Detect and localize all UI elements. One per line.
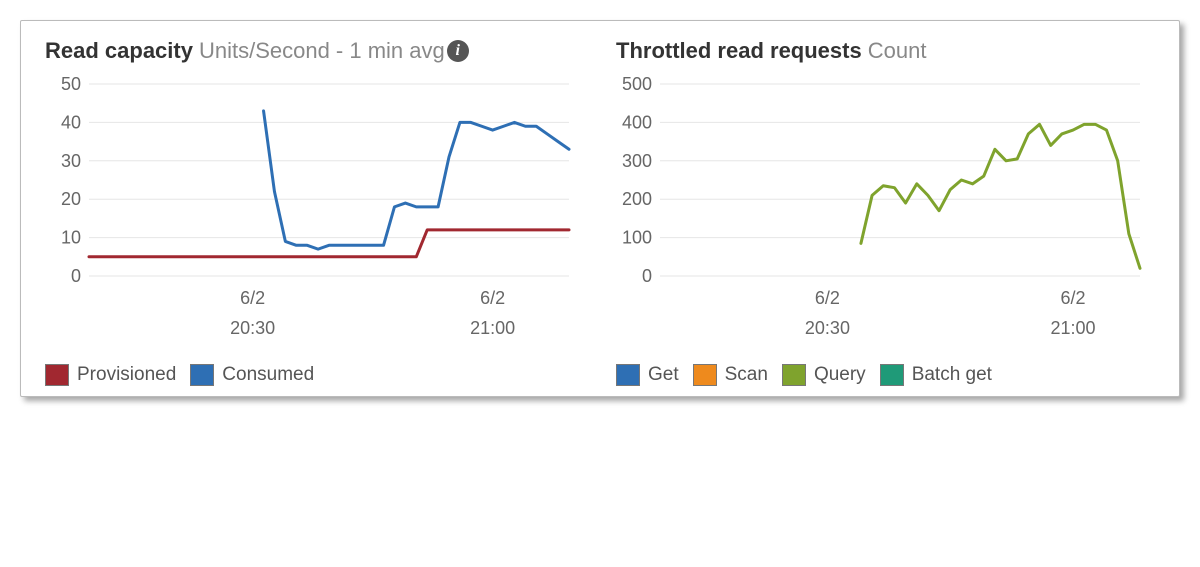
dashboard: Read capacity Units/Second - 1 min avg i… [20,20,1180,397]
svg-text:6/2: 6/2 [480,288,505,308]
title-rest-left: Units/Second - 1 min avg [199,37,445,66]
legend-swatch [782,364,806,386]
panel-title-right: Throttled read requests Count [616,37,1159,66]
panel-throttled: Throttled read requests Count 0 100 200 300… [600,37,1171,386]
legend-swatch [190,364,214,386]
legend-right: Get Scan Query Batch get [612,364,1159,386]
info-icon[interactable]: i [447,40,469,62]
legend-item[interactable]: Consumed [190,364,314,386]
svg-text:200: 200 [622,189,652,209]
legend-swatch [693,364,717,386]
svg-text:6/2: 6/2 [815,288,840,308]
svg-text:100: 100 [622,227,652,247]
svg-text:10: 10 [61,227,81,247]
svg-text:6/2: 6/2 [240,288,265,308]
legend-label: Batch get [912,364,992,386]
chart-throttled: 0 100 200 300 400 500 6/2 20:30 6/2 21:00 [612,74,1159,354]
legend-item[interactable]: Batch get [880,364,992,386]
title-strong-left: Read capacity [45,37,193,66]
svg-text:300: 300 [622,150,652,170]
svg-text:20: 20 [61,189,81,209]
svg-text:50: 50 [61,74,81,94]
legend-item[interactable]: Provisioned [45,364,176,386]
legend-label: Get [648,364,679,386]
svg-text:400: 400 [622,112,652,132]
legend-item[interactable]: Query [782,364,866,386]
legend-swatch [880,364,904,386]
svg-text:40: 40 [61,112,81,132]
svg-text:0: 0 [642,266,652,286]
legend-item[interactable]: Get [616,364,679,386]
legend-label: Query [814,364,866,386]
svg-text:6/2: 6/2 [1061,288,1086,308]
legend-swatch [45,364,69,386]
chart-read-capacity: 0 10 20 30 40 50 6/2 20:30 6/2 21:00 [41,74,588,354]
legend-item[interactable]: Scan [693,364,768,386]
legend-label: Provisioned [77,364,176,386]
svg-text:0: 0 [71,266,81,286]
title-strong-right: Throttled read requests [616,37,862,66]
legend-label: Scan [725,364,768,386]
svg-text:20:30: 20:30 [805,318,850,338]
svg-text:21:00: 21:00 [1050,318,1095,338]
svg-text:500: 500 [622,74,652,94]
panel-title-left: Read capacity Units/Second - 1 min avg i [45,37,588,66]
legend-label: Consumed [222,364,314,386]
legend-left: Provisioned Consumed [41,364,588,386]
panel-read-capacity: Read capacity Units/Second - 1 min avg i… [29,37,600,386]
legend-swatch [616,364,640,386]
svg-text:30: 30 [61,150,81,170]
svg-text:20:30: 20:30 [230,318,275,338]
title-rest-right: Count [868,37,927,66]
svg-text:21:00: 21:00 [470,318,515,338]
